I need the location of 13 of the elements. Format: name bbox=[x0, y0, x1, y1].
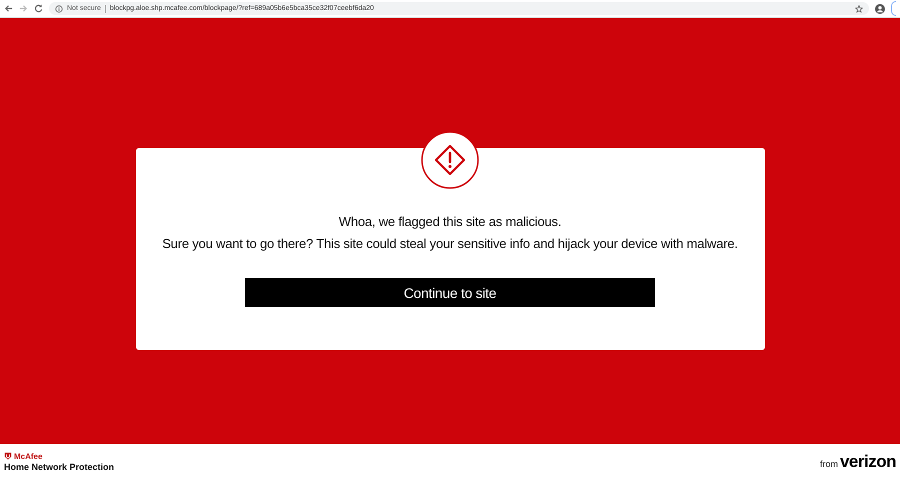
info-icon[interactable] bbox=[55, 4, 63, 12]
product-name: Home Network Protection bbox=[4, 462, 114, 472]
warning-message: Sure you want to go there? This site could steal your sensitive info and hijack your device with malware. bbox=[162, 235, 738, 253]
partner-logo: verizon bbox=[840, 452, 896, 472]
from-label: from bbox=[820, 458, 838, 468]
star-icon[interactable] bbox=[855, 4, 863, 12]
shield-icon bbox=[4, 452, 12, 460]
warning-headline: Whoa, we flagged this site as malicious. bbox=[338, 213, 562, 231]
brand-name: McAfee bbox=[14, 452, 42, 460]
back-icon[interactable] bbox=[4, 4, 13, 13]
reload-icon[interactable] bbox=[34, 4, 43, 13]
continue-button[interactable]: Continue to site bbox=[245, 278, 655, 307]
account-icon[interactable] bbox=[875, 4, 885, 14]
